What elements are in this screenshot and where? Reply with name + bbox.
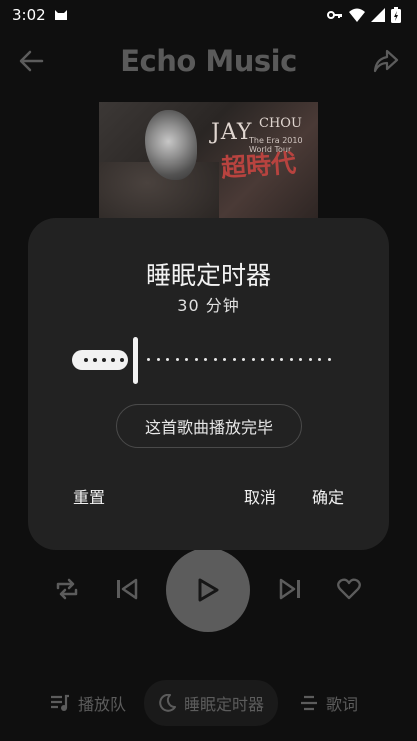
album-art: JAY CHOU The Era 2010 World Tour 超時代 (99, 102, 318, 222)
battery-icon (391, 7, 401, 23)
nav-lyrics[interactable]: 歌词 (300, 680, 358, 726)
signal-icon (371, 8, 385, 22)
skip-previous-icon[interactable] (116, 578, 138, 600)
wifi-icon (349, 8, 365, 22)
timer-slider[interactable] (72, 336, 342, 386)
cancel-button[interactable]: 取消 (244, 484, 276, 508)
nav-queue-label: 播放队 (78, 695, 127, 714)
nav-queue[interactable]: 播放队 (50, 680, 126, 726)
nav-sleep-timer-label: 睡眠定时器 (184, 695, 265, 714)
arrow-back-icon[interactable] (18, 49, 44, 73)
repeat-icon[interactable] (55, 578, 79, 600)
play-button[interactable] (166, 548, 250, 632)
player-controls (0, 545, 417, 635)
sleep-timer-dialog: 睡眠定时器 30 分钟 这首歌曲播放完毕 重置 取消 确定 (28, 218, 389, 550)
slider-active-ticks (84, 358, 124, 362)
app-header: Echo Music (0, 38, 417, 84)
end-of-song-chip[interactable]: 这首歌曲播放完毕 (116, 404, 302, 448)
reset-button[interactable]: 重置 (73, 484, 105, 508)
skip-next-icon[interactable] (279, 578, 301, 600)
bottom-nav: 播放队 睡眠定时器 歌词 (0, 680, 417, 728)
album-art-artist: JAY (211, 120, 253, 145)
play-icon (198, 578, 219, 602)
timer-duration-label: 30 分钟 (177, 296, 240, 315)
dialog-title: 睡眠定时器 (145, 261, 271, 290)
moon-icon (159, 694, 176, 712)
cat-icon (54, 10, 67, 20)
key-icon (327, 11, 342, 19)
nav-lyrics-label: 歌词 (326, 695, 359, 714)
slider-inactive-ticks (147, 358, 331, 361)
share-icon[interactable] (373, 49, 399, 73)
lyrics-icon (301, 695, 317, 711)
status-time: 3:02 (12, 6, 46, 24)
status-bar: 3:02 (0, 0, 417, 30)
album-art-chinese-title: 超時代 (220, 148, 298, 183)
heart-icon[interactable] (337, 578, 361, 600)
confirm-button[interactable]: 确定 (312, 484, 344, 508)
nav-sleep-timer[interactable]: 睡眠定时器 (144, 680, 279, 726)
slider-thumb[interactable] (133, 337, 138, 384)
queue-icon (51, 694, 69, 711)
album-art-artist-2: CHOU (259, 116, 302, 131)
app-title: Echo Music (120, 44, 297, 78)
